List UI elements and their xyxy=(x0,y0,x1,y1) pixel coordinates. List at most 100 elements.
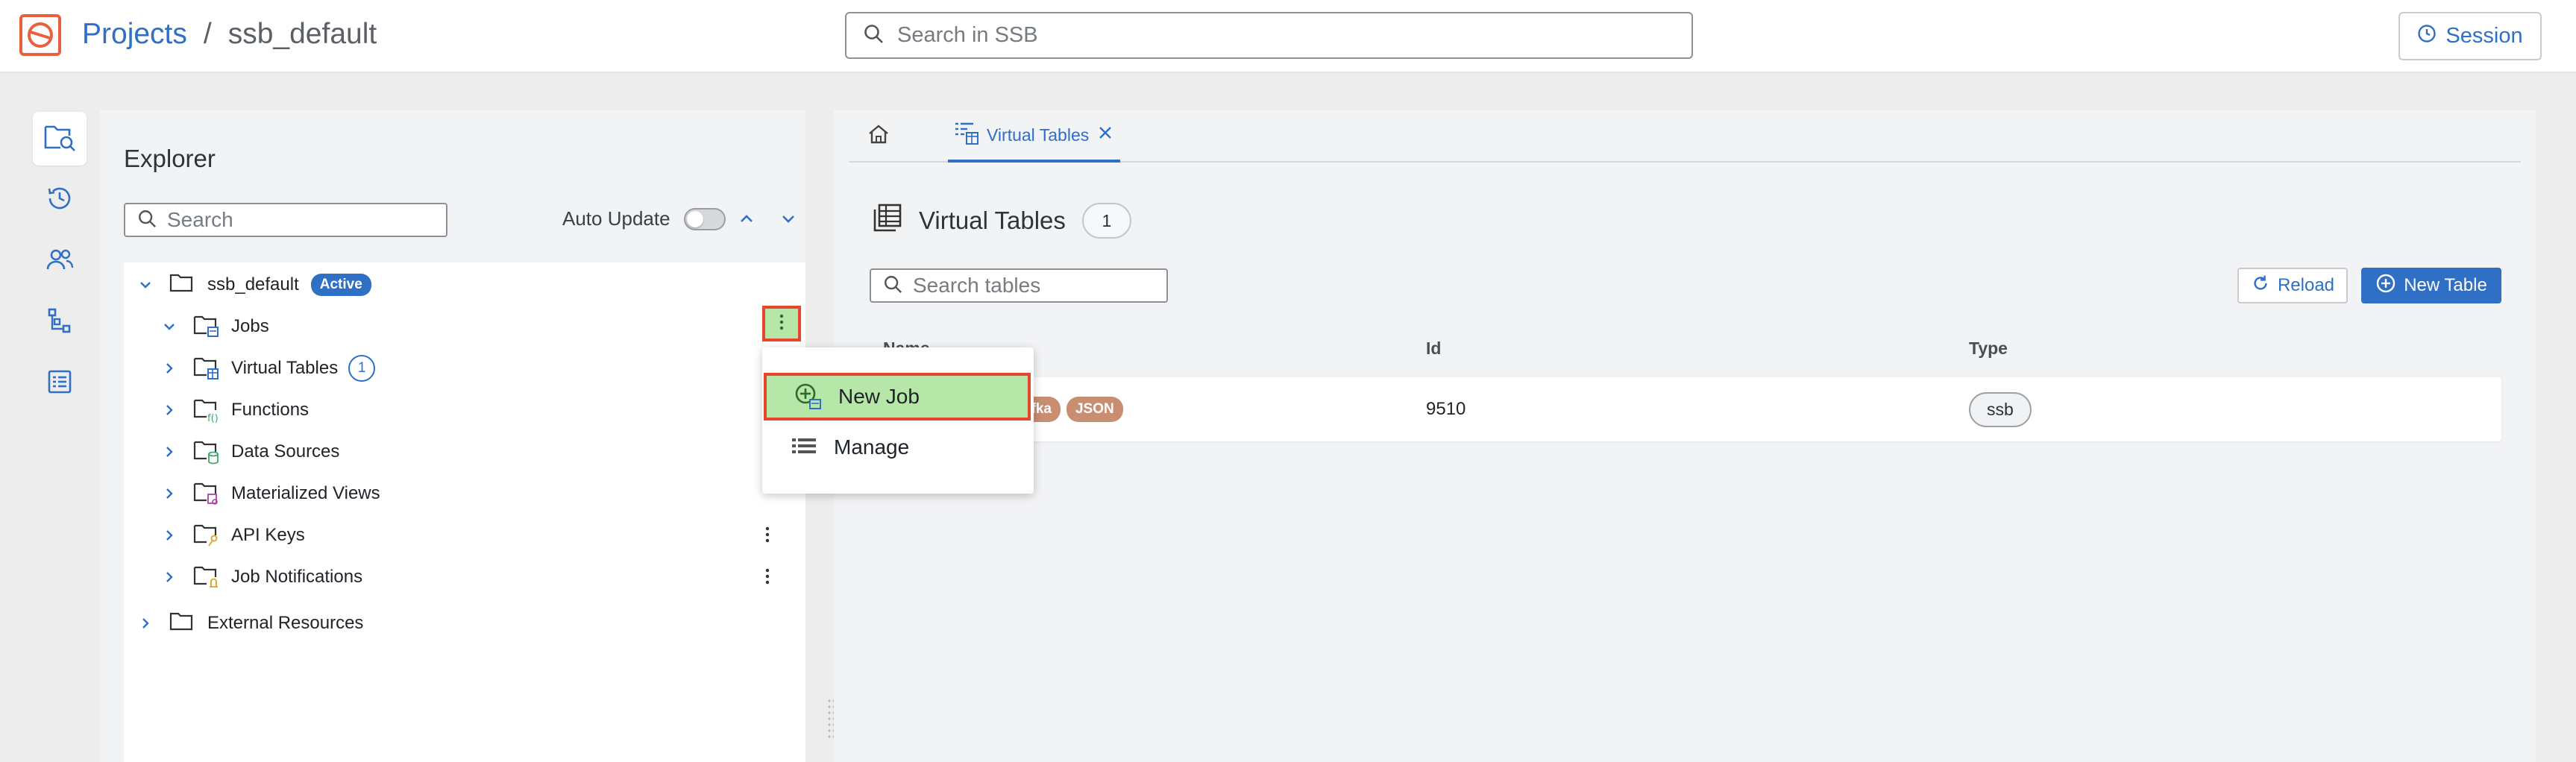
search-icon xyxy=(863,23,884,48)
status-badge: Active xyxy=(310,274,371,296)
column-header-id[interactable]: Id xyxy=(1426,339,1441,359)
tree-row-job-notifications[interactable]: Job Notifications xyxy=(124,556,805,598)
tables-search-input[interactable] xyxy=(913,274,1166,297)
tab-virtual-tables[interactable]: Virtual Tables xyxy=(948,110,1121,163)
tree-row-project[interactable]: ssb_default Active xyxy=(124,264,805,306)
session-button[interactable]: Session xyxy=(2398,12,2542,60)
tree-row-jobs[interactable]: Jobs xyxy=(124,306,805,347)
tree-row-functions[interactable]: f() Functions xyxy=(124,389,805,431)
chevron-right-icon[interactable] xyxy=(160,567,179,587)
menu-item-manage-label: Manage xyxy=(834,435,910,459)
chevron-right-icon[interactable] xyxy=(160,484,179,503)
type-badge: ssb xyxy=(1969,391,2032,427)
tree-row-materialized-views[interactable]: Materialized Views xyxy=(124,473,805,514)
explorer-search-input[interactable] xyxy=(167,208,446,232)
chevron-right-icon[interactable] xyxy=(160,359,179,378)
expand-up-button[interactable] xyxy=(735,207,758,230)
chevron-up-icon xyxy=(741,215,753,222)
explorer-title: Explorer xyxy=(124,145,216,172)
add-job-icon xyxy=(794,382,823,412)
chevron-right-icon[interactable] xyxy=(160,442,179,462)
explorer-search-box[interactable] xyxy=(124,203,447,237)
table-count-badge: 1 xyxy=(1081,203,1131,239)
tree-label-external-resources: External Resources xyxy=(207,613,364,633)
rail-list[interactable] xyxy=(33,356,87,410)
tree-label-materialized-views: Materialized Views xyxy=(231,483,380,503)
add-circle-icon xyxy=(2375,273,2396,299)
virtual-tables-folder-icon xyxy=(192,355,221,382)
chevron-down-icon xyxy=(782,215,794,223)
menu-item-manage[interactable]: Manage xyxy=(762,423,1034,471)
new-table-button[interactable]: New Table xyxy=(2361,268,2501,303)
top-header: Projects / ssb_default Session xyxy=(0,0,2576,73)
kebab-menu-icon xyxy=(779,313,784,335)
column-header-type[interactable]: Type xyxy=(1969,339,2008,359)
kebab-menu-icon[interactable] xyxy=(761,565,774,588)
main-panel: Virtual Tables Virtual Tables 1 Reload N… xyxy=(834,110,2536,762)
page-title: Virtual Tables 1 xyxy=(873,203,1131,239)
rail-history[interactable] xyxy=(33,173,87,227)
count-badge: 1 xyxy=(348,355,376,382)
project-name: ssb_default xyxy=(207,274,299,295)
app-logo-icon[interactable] xyxy=(19,14,61,56)
rail-diagram[interactable] xyxy=(33,295,87,349)
table-row-type: ssb xyxy=(1969,377,2032,441)
breadcrumb-separator: / xyxy=(203,18,212,50)
session-label: Session xyxy=(2445,24,2523,48)
breadcrumb: Projects / ssb_default xyxy=(82,18,377,51)
chevron-right-icon[interactable] xyxy=(160,526,179,545)
api-keys-folder-icon xyxy=(192,522,221,549)
diagram-icon xyxy=(45,306,74,339)
close-icon[interactable] xyxy=(1096,124,1114,146)
table-row-id: 9510 xyxy=(1426,399,1466,419)
menu-item-new-job-label: New Job xyxy=(838,385,920,408)
explorer-panel: Explorer Auto Update ssb_default Active … xyxy=(100,110,850,762)
clock-icon xyxy=(2417,24,2437,49)
new-table-label: New Table xyxy=(2404,275,2487,295)
format-tag: JSON xyxy=(1066,397,1123,422)
explorer-icon xyxy=(43,122,76,156)
breadcrumb-current: ssb_default xyxy=(227,18,377,50)
chevron-down-icon[interactable] xyxy=(160,317,179,336)
chevron-right-icon[interactable] xyxy=(160,400,179,420)
menu-item-new-job[interactable]: New Job xyxy=(764,373,1031,421)
breadcrumb-projects-link[interactable]: Projects xyxy=(82,18,187,51)
page-title-text: Virtual Tables xyxy=(919,207,1066,234)
reload-button[interactable]: Reload xyxy=(2237,268,2348,303)
tab-home[interactable] xyxy=(865,121,895,151)
chevron-right-icon[interactable] xyxy=(136,614,155,633)
history-icon xyxy=(45,184,74,216)
tree-row-api-keys[interactable]: API Keys xyxy=(124,514,805,556)
functions-folder-icon: f() xyxy=(192,397,221,423)
tree-label-virtual-tables: Virtual Tables xyxy=(231,358,339,378)
global-search-input[interactable] xyxy=(897,23,1691,48)
auto-update-control: Auto Update xyxy=(562,207,726,230)
job-notifications-row-actions xyxy=(761,565,774,588)
tree-row-data-sources[interactable]: Data Sources xyxy=(124,431,805,473)
tables-search-box[interactable] xyxy=(870,268,1168,303)
tab-virtual-tables-label: Virtual Tables xyxy=(987,125,1090,145)
tree-row-external-resources[interactable]: External Resources xyxy=(124,602,805,644)
tree-label-jobs: Jobs xyxy=(231,316,269,336)
jobs-kebab-button[interactable] xyxy=(762,306,801,341)
auto-update-toggle[interactable] xyxy=(683,207,726,230)
tree-row-virtual-tables[interactable]: Virtual Tables 1 xyxy=(124,347,805,389)
svg-text:f(): f() xyxy=(207,413,219,423)
global-search-box[interactable] xyxy=(845,12,1693,59)
explorer-tree: ssb_default Active Jobs Virtual Tables 1… xyxy=(124,262,850,762)
tree-label-functions: Functions xyxy=(231,400,310,420)
kebab-menu-icon[interactable] xyxy=(761,523,774,546)
job-notifications-folder-icon xyxy=(192,564,221,591)
materialized-views-folder-icon xyxy=(192,480,221,507)
api-keys-row-actions xyxy=(761,523,774,546)
rail-users[interactable] xyxy=(33,234,87,288)
manage-list-icon xyxy=(789,432,819,462)
virtual-tables-icon xyxy=(954,120,979,150)
collapse-down-button[interactable] xyxy=(777,207,799,230)
left-nav-rail xyxy=(33,112,87,410)
virtual-tables-icon xyxy=(873,203,902,239)
table-row[interactable]: e kafka JSON 9510 ssb xyxy=(870,377,2501,441)
jobs-folder-icon xyxy=(192,313,221,340)
rail-explorer[interactable] xyxy=(33,112,87,166)
chevron-down-icon[interactable] xyxy=(136,275,155,295)
